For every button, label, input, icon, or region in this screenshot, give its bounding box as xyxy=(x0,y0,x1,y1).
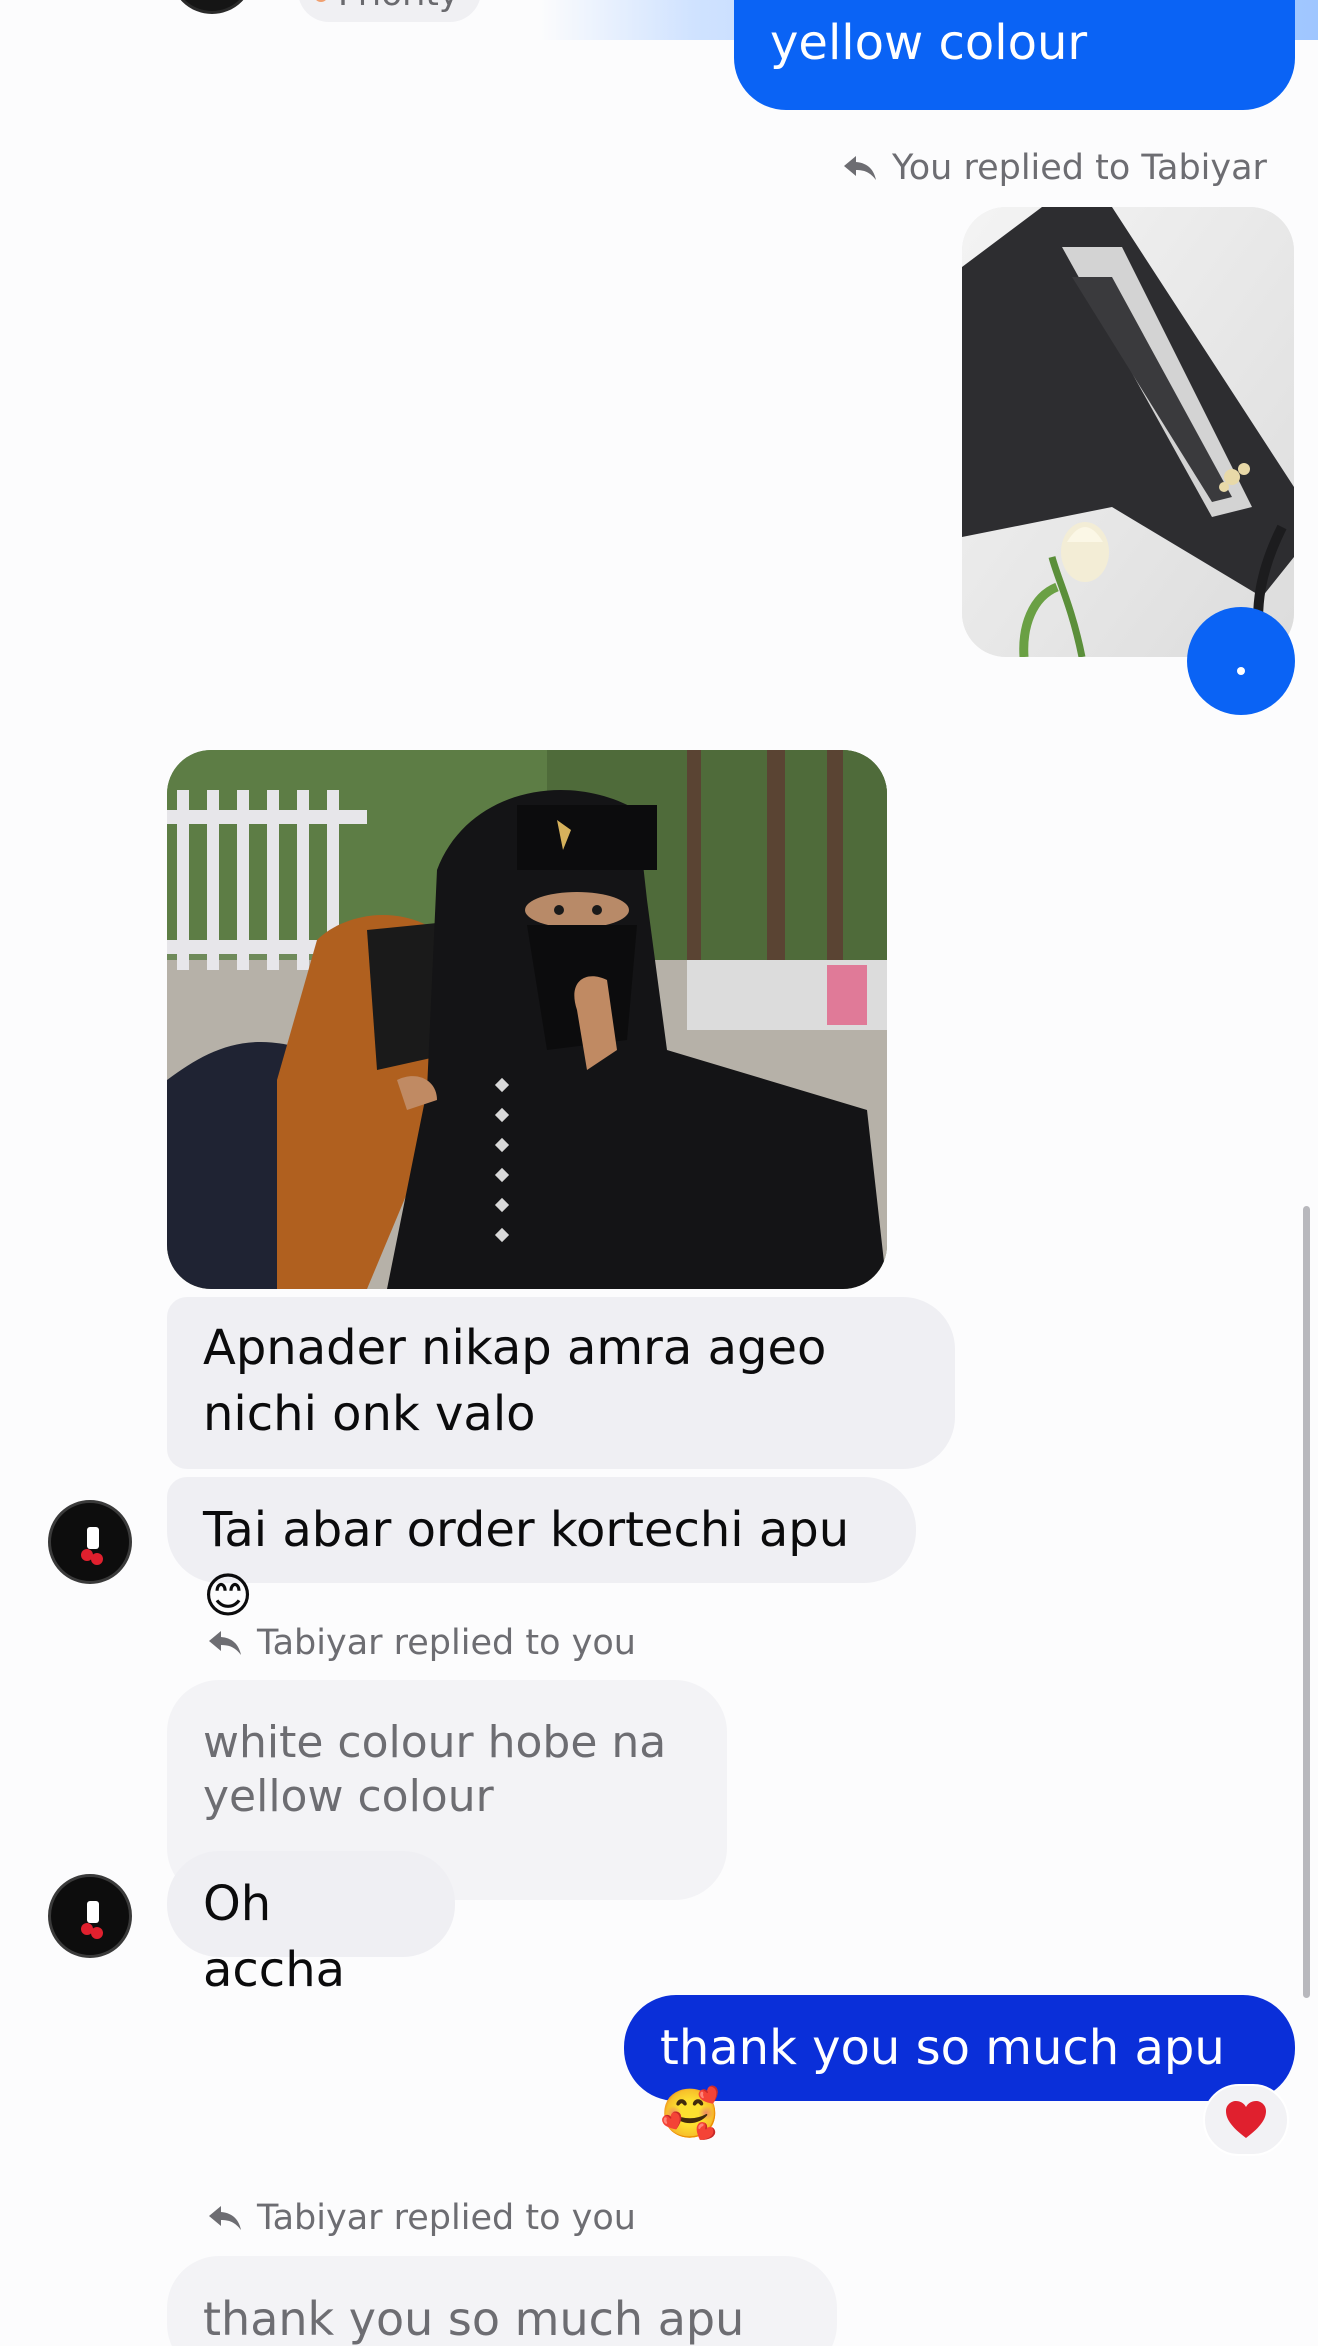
send-button[interactable] xyxy=(1187,607,1295,715)
customer-photo-image xyxy=(167,750,887,1289)
reply-context-text: Tabiyar replied to you xyxy=(257,1623,636,1663)
reply-context-text: Tabiyar replied to you xyxy=(257,2198,636,2238)
priority-dot-icon xyxy=(314,0,328,2)
heart-icon xyxy=(1226,2101,1266,2138)
priority-label: Priority xyxy=(338,0,459,14)
priority-chip[interactable]: Priority xyxy=(298,0,482,22)
outgoing-photo[interactable] xyxy=(962,207,1294,657)
incoming-message[interactable]: Tai abar order kortechi apu😊 xyxy=(167,1477,916,1624)
reply-context-label: Tabiyar replied to you xyxy=(207,2198,636,2238)
quoted-message[interactable]: thank you so much apu🥰 xyxy=(167,2256,837,2346)
reply-context-label: You replied to Tabiyar xyxy=(842,148,1267,188)
outgoing-message[interactable]: yellow colour xyxy=(734,0,1295,110)
message-reaction[interactable] xyxy=(1203,2084,1289,2156)
incoming-message[interactable]: Apnader nikap amra ageo nichi onk valo xyxy=(167,1297,955,1469)
reply-arrow-icon xyxy=(844,156,876,180)
send-icon xyxy=(1237,667,1245,675)
outgoing-message[interactable]: thank you so much apu🥰 xyxy=(624,1995,1295,2142)
message-text: Tai abar order kortechi apu😊 xyxy=(203,1502,850,1624)
sender-avatar[interactable] xyxy=(48,1874,132,1958)
contact-avatar[interactable] xyxy=(170,0,254,14)
incoming-message[interactable]: Oh accha xyxy=(167,1851,455,1998)
brand-logo-icon xyxy=(81,1527,103,1565)
message-text: Apnader nikap amra ageo nichi onk valo xyxy=(203,1320,827,1442)
reply-context-text: You replied to Tabiyar xyxy=(892,148,1267,188)
sender-avatar[interactable] xyxy=(48,1500,132,1584)
chat-thread: Priority yellow colour You replied to Ta… xyxy=(0,0,1318,2346)
brand-logo-icon xyxy=(81,1901,103,1939)
message-text: yellow colour xyxy=(770,15,1088,71)
reply-arrow-icon xyxy=(209,2206,241,2230)
quoted-text: white colour hobe na yellow colour xyxy=(203,1717,667,1822)
scrollbar[interactable] xyxy=(1303,1206,1310,1998)
message-text: Oh accha xyxy=(203,1876,346,1998)
incoming-photo[interactable] xyxy=(167,750,887,1289)
message-text: thank you so much apu🥰 xyxy=(660,2020,1225,2142)
quoted-text: thank you so much apu🥰 xyxy=(203,2292,745,2346)
reply-arrow-icon xyxy=(209,1631,241,1655)
nikab-product-image xyxy=(962,207,1294,657)
reply-context-label: Tabiyar replied to you xyxy=(207,1623,636,1663)
